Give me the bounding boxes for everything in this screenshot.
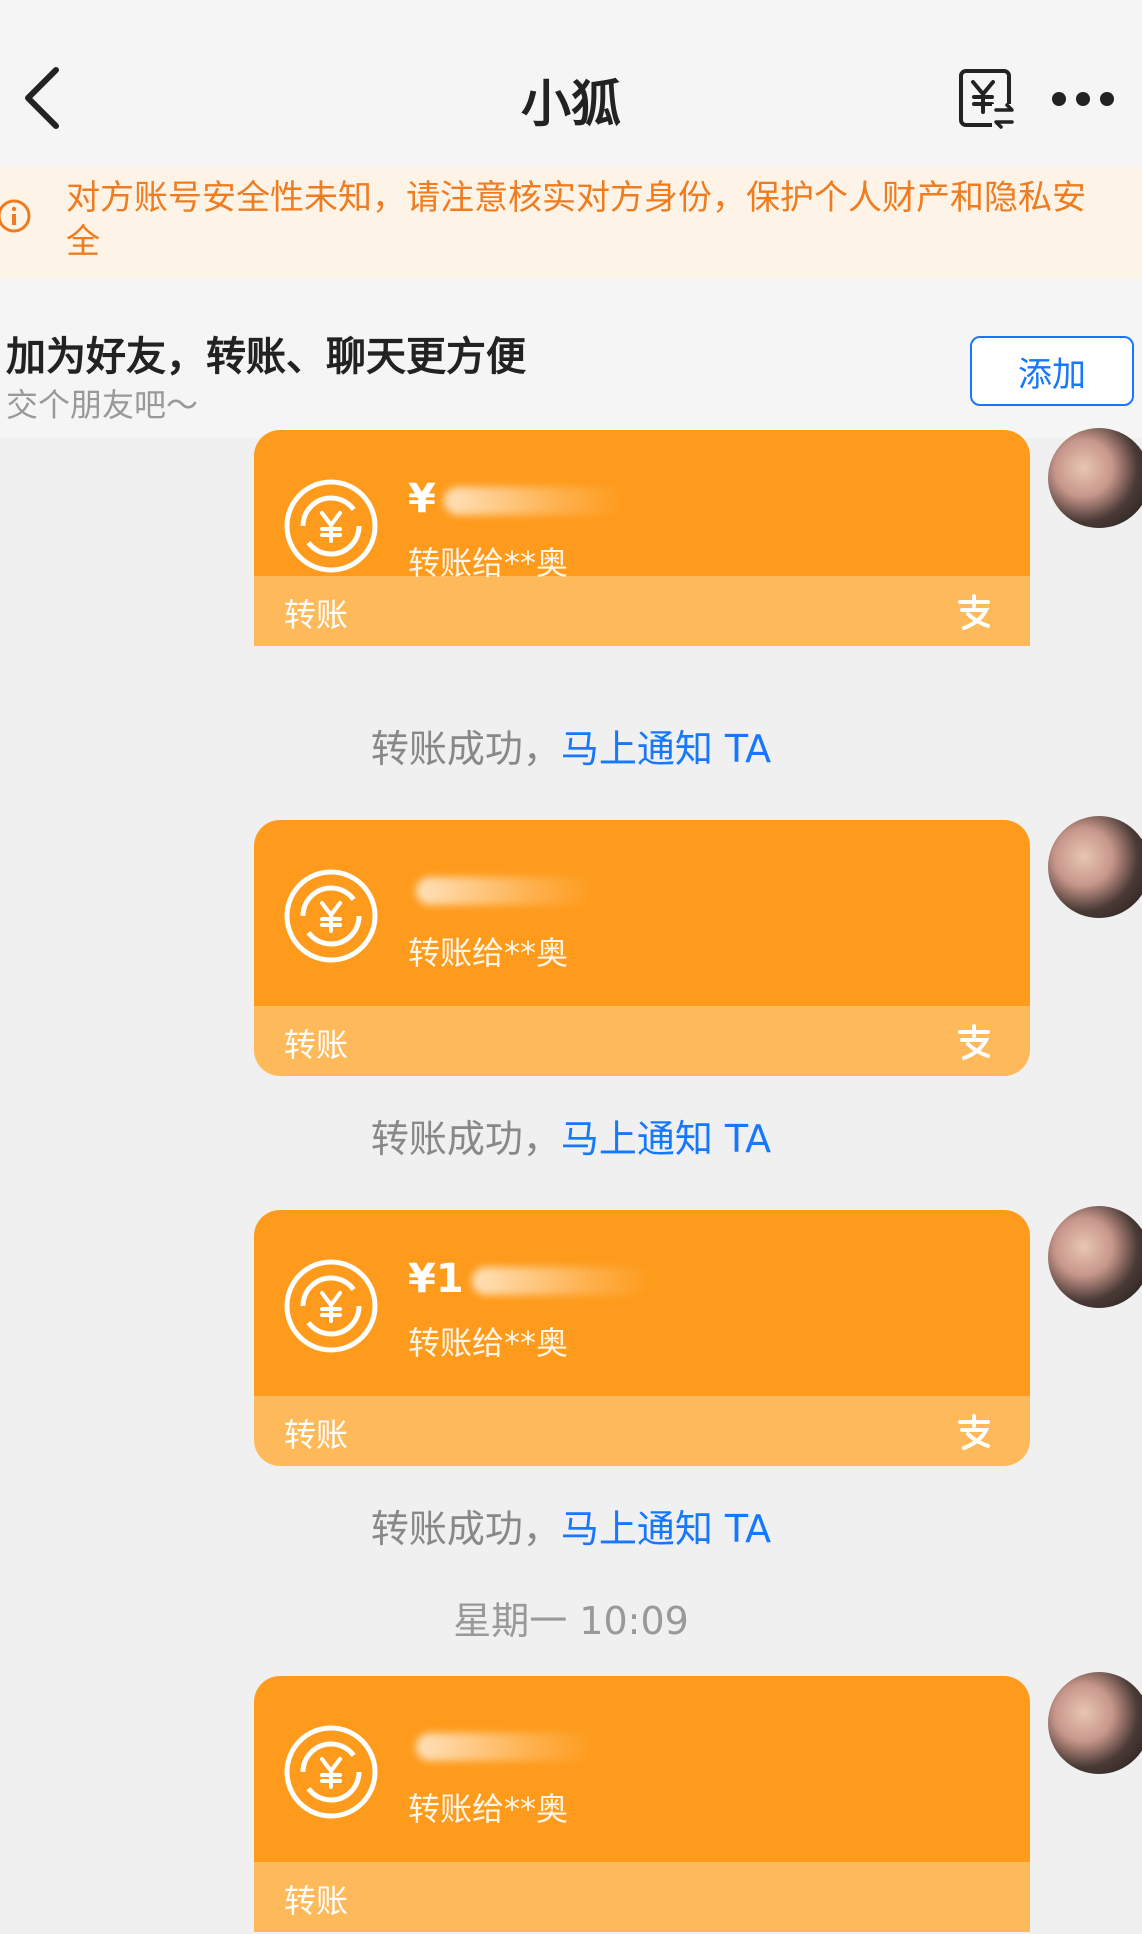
transfer-label: 转账 <box>284 1026 349 1064</box>
status-text: 转账成功， <box>370 1507 561 1551</box>
add-friend-title: 加为好友，转账、聊天更方便 <box>6 334 526 380</box>
info-circle-icon <box>0 199 31 233</box>
avatar[interactable] <box>1048 1206 1142 1308</box>
back-button[interactable] <box>12 60 72 136</box>
transfer-amount: ¥ <box>408 476 436 522</box>
transfer-recipient: 转账给**奥 <box>408 1324 569 1362</box>
status-text: 转账成功， <box>370 1117 561 1161</box>
add-friend-button[interactable]: 添加 <box>970 336 1134 406</box>
more-dots-icon <box>1052 92 1066 106</box>
yuan-circle-icon <box>284 869 378 963</box>
transfer-card[interactable]: ¥1 转账给**奥 转账 <box>254 1210 1030 1466</box>
transfer-status: 转账成功，马上通知 TA <box>0 1108 1142 1163</box>
yuan-circle-icon <box>284 1259 378 1353</box>
transfer-status: 转账成功，马上通知 TA <box>0 1498 1142 1553</box>
transfer-card[interactable]: 转账给**奥 转账 <box>254 820 1030 1076</box>
alipay-logo-icon <box>958 1414 990 1450</box>
transfer-label: 转账 <box>284 1416 349 1454</box>
transfer-recipient: 转账给**奥 <box>408 544 569 582</box>
transfer-card[interactable]: ¥ 转账给**奥 转账 <box>254 430 1030 686</box>
notify-link[interactable]: 马上通知 TA <box>561 1117 771 1161</box>
transfer-button[interactable] <box>958 68 1016 130</box>
transfer-recipient: 转账给**奥 <box>408 934 569 972</box>
chat-timestamp: 星期一 10:09 <box>453 1599 689 1643</box>
blurred-amount <box>416 1733 596 1761</box>
yuan-circle-icon <box>284 1725 378 1819</box>
add-friend-subtitle: 交个朋友吧～ <box>6 386 199 424</box>
status-text: 转账成功， <box>370 727 561 771</box>
blurred-amount <box>443 487 624 515</box>
alipay-logo-icon <box>958 594 990 630</box>
transfer-amount: ¥1 <box>408 1256 464 1302</box>
transfer-card[interactable]: 转账给**奥 转账 <box>254 1676 1030 1934</box>
transfer-label: 转账 <box>284 596 349 634</box>
alipay-logo-icon <box>958 1024 990 1060</box>
avatar[interactable] <box>1048 1672 1142 1774</box>
transfer-recipient: 转账给**奥 <box>408 1790 569 1828</box>
avatar[interactable] <box>1048 816 1142 918</box>
avatar[interactable] <box>1048 428 1142 528</box>
notify-link[interactable]: 马上通知 TA <box>561 727 771 771</box>
yuan-circle-icon <box>284 479 378 573</box>
transfer-label: 转账 <box>284 1882 349 1920</box>
blurred-amount <box>416 877 596 905</box>
security-warning-text: 对方账号安全性未知，请注意核实对方身份，保护个人财产和隐私安全 <box>66 178 1086 262</box>
chevron-left-icon <box>25 67 59 129</box>
blurred-amount <box>471 1267 652 1295</box>
more-button[interactable] <box>1052 78 1114 120</box>
notify-link[interactable]: 马上通知 TA <box>561 1507 771 1551</box>
yuan-transfer-icon <box>959 69 1016 130</box>
transfer-status: 转账成功，马上通知 TA <box>0 718 1142 773</box>
